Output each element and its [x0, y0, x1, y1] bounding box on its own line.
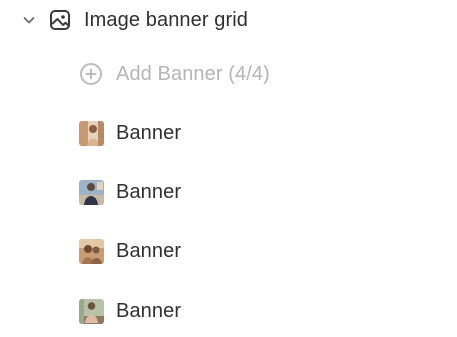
banner-thumbnail: [79, 120, 104, 146]
banner-thumbnail: [79, 179, 104, 205]
banner-label: Banner: [116, 180, 182, 203]
image-icon: [48, 8, 72, 32]
section-header-image-banner-grid[interactable]: Image banner grid: [18, 0, 248, 40]
banner-thumbnail: [79, 238, 104, 264]
add-banner-label: Add Banner (4/4): [116, 62, 270, 85]
banner-thumbnail: [79, 298, 104, 324]
section-tree: Image banner grid Add Banner (4/4) Banne…: [0, 0, 457, 337]
banner-item-3[interactable]: Banner: [79, 231, 181, 271]
banner-item-2[interactable]: Banner: [79, 172, 181, 212]
banner-label: Banner: [116, 299, 182, 322]
chevron-down-icon[interactable]: [18, 9, 40, 31]
banner-label: Banner: [116, 239, 182, 262]
banner-item-4[interactable]: Banner: [79, 291, 181, 331]
section-title: Image banner grid: [84, 8, 249, 31]
plus-circle-icon: [79, 62, 103, 86]
banner-label: Banner: [116, 121, 182, 144]
banner-item-1[interactable]: Banner: [79, 113, 181, 153]
add-banner-button[interactable]: Add Banner (4/4): [79, 54, 270, 94]
